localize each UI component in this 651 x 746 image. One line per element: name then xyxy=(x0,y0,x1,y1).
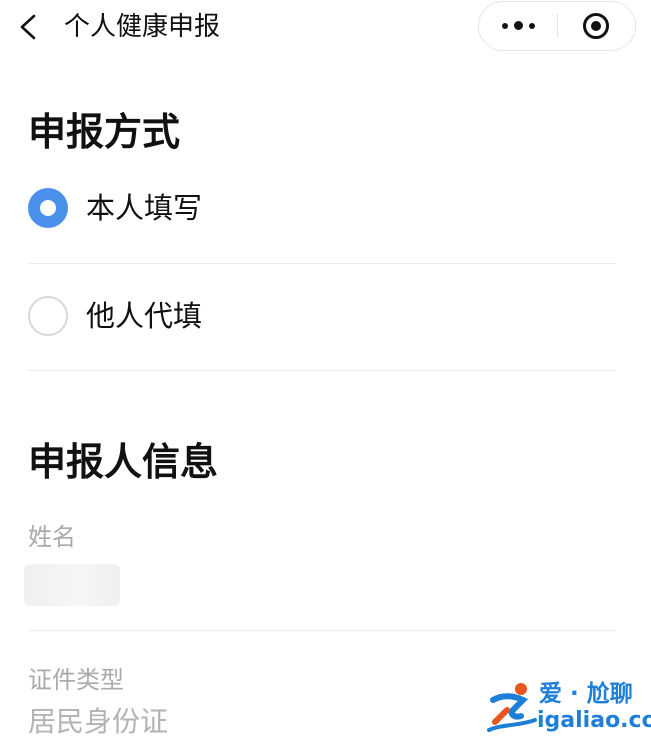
mini-program-capsule xyxy=(478,1,636,51)
more-dots-icon xyxy=(502,21,536,30)
navigation-bar: 个人健康申报 xyxy=(0,0,651,56)
divider xyxy=(28,630,616,631)
radio-unchecked-icon[interactable] xyxy=(28,296,68,336)
divider xyxy=(28,263,616,264)
radio-label-self: 本人填写 xyxy=(86,191,203,225)
watermark-brand: 爱 · 尬聊 xyxy=(539,681,633,707)
name-label: 姓名 xyxy=(28,523,76,551)
radio-label-other: 他人代填 xyxy=(86,299,203,333)
radio-checked-icon[interactable] xyxy=(28,188,68,228)
watermark: 爱 · 尬聊 igaliao.com xyxy=(485,678,651,738)
name-field[interactable] xyxy=(24,564,120,606)
target-icon xyxy=(583,13,609,39)
page-title: 个人健康申报 xyxy=(64,12,221,42)
chevron-left-icon[interactable] xyxy=(14,12,42,42)
close-button[interactable] xyxy=(558,2,635,50)
report-method-title: 申报方式 xyxy=(28,110,181,154)
runner-logo-icon xyxy=(487,683,537,732)
reporter-info-title: 申报人信息 xyxy=(28,440,219,484)
more-button[interactable] xyxy=(479,2,557,50)
id-type-select[interactable]: 居民身份证 xyxy=(28,702,168,742)
watermark-url: igaliao.com xyxy=(537,708,651,733)
radio-option-other[interactable]: 他人代填 xyxy=(0,282,651,352)
divider xyxy=(28,370,616,371)
id-type-label: 证件类型 xyxy=(28,666,124,694)
radio-option-self[interactable]: 本人填写 xyxy=(0,174,651,244)
